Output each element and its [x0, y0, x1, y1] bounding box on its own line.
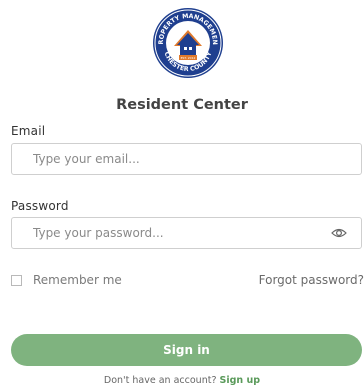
sign-in-button[interactable]: Sign in — [11, 334, 362, 366]
email-input[interactable] — [12, 144, 333, 174]
password-input[interactable] — [12, 218, 333, 248]
show-password-eye-icon[interactable] — [331, 227, 347, 239]
remember-me-label[interactable]: Remember me — [33, 273, 122, 287]
password-label: Password — [11, 199, 69, 213]
email-field-wrapper — [11, 143, 362, 175]
signup-prompt: Don't have an account? — [103, 375, 217, 386]
remember-me-checkbox[interactable] — [11, 275, 22, 286]
email-label: Email — [11, 124, 46, 138]
password-field-wrapper — [11, 217, 362, 249]
forgot-password-link[interactable]: Forgot password? — [259, 273, 364, 287]
signup-link[interactable]: Sign up — [220, 375, 261, 386]
signup-row: Don't have an account? Sign up — [0, 375, 364, 386]
page-title: Resident Center — [116, 97, 248, 113]
logo-text-center: EST. 2012 — [181, 56, 196, 60]
company-logo: PROPERTY MANAGEMENT CHESTER COUNTY EST. … — [151, 6, 223, 78]
